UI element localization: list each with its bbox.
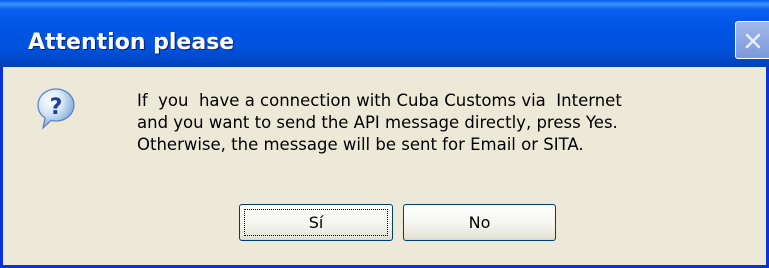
dialog-title: Attention please xyxy=(28,30,235,55)
close-icon xyxy=(745,33,761,49)
yes-button[interactable]: Sí xyxy=(239,204,393,241)
message-line-1: If you have a connection with Cuba Custo… xyxy=(137,91,622,110)
close-button[interactable] xyxy=(735,21,769,59)
question-icon: ? xyxy=(37,88,75,130)
yes-button-label: Sí xyxy=(308,213,324,232)
message-line-2: and you want to send the API message dir… xyxy=(137,113,618,132)
title-bar[interactable]: Attention please xyxy=(0,0,769,67)
dialog-window: Attention please ? If you have a connect… xyxy=(0,0,769,268)
no-button[interactable]: No xyxy=(403,204,556,241)
svg-text:?: ? xyxy=(50,95,63,120)
message-line-3: Otherwise, the message will be sent for … xyxy=(137,135,584,154)
no-button-label: No xyxy=(468,213,491,232)
dialog-body: ? If you have a connection with Cuba Cus… xyxy=(3,64,766,265)
dialog-message: If you have a connection with Cuba Custo… xyxy=(137,90,737,156)
